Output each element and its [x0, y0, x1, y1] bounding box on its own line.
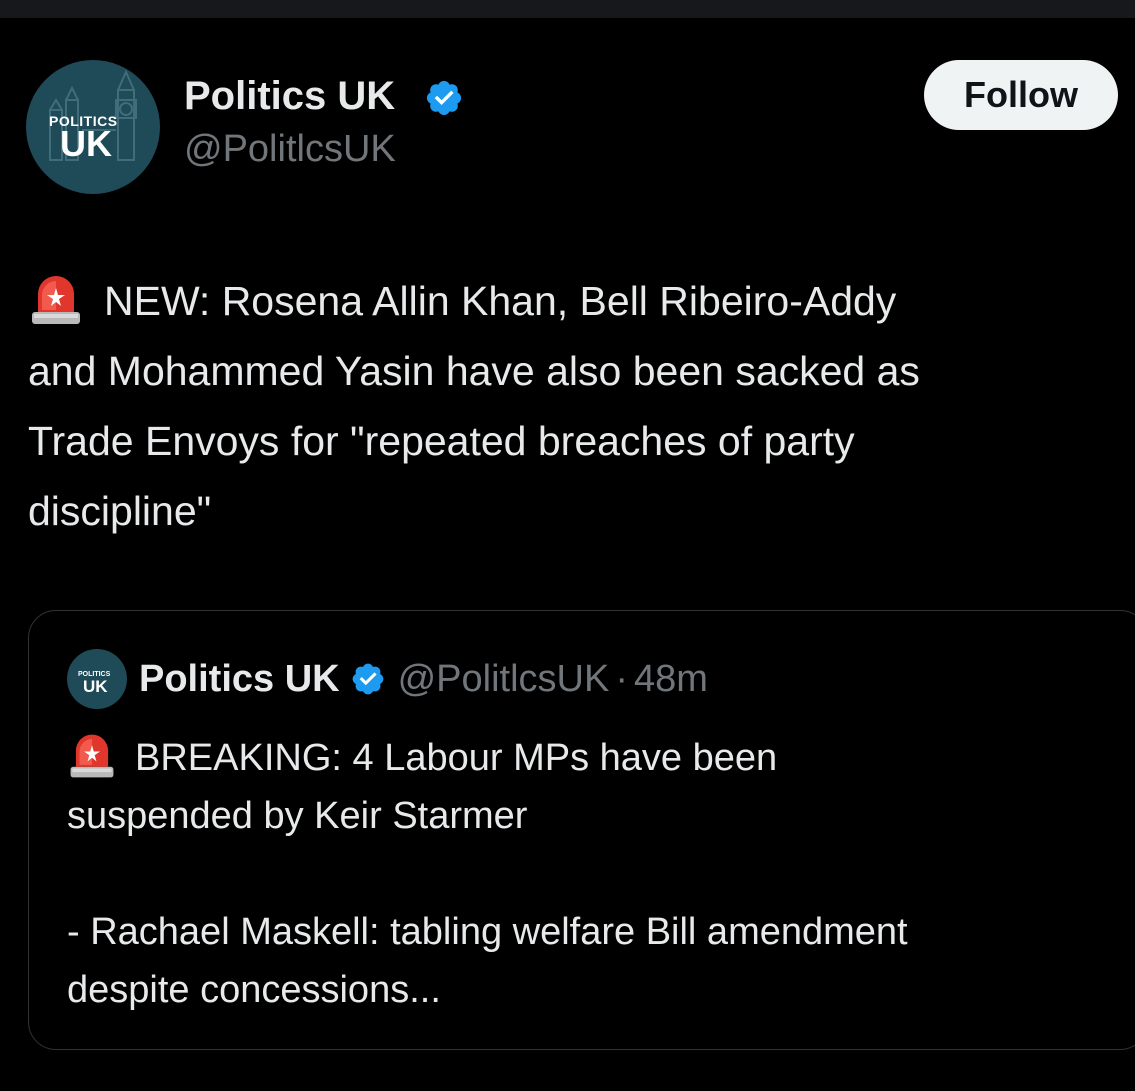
quoted-handle: @PolitlcsUK — [397, 658, 610, 700]
tweet-text-line-1-content: NEW: Rosena Allin Khan, Bell Ribeiro-Add… — [104, 278, 897, 324]
handle[interactable]: @PolitlcsUK — [184, 126, 396, 172]
follow-button[interactable]: Follow — [924, 60, 1118, 130]
avatar[interactable]: POLITICS UK — [26, 60, 160, 194]
quoted-avatar-text-big: UK — [83, 677, 108, 696]
quoted-header: Politics UK @PolitlcsUK · 48m — [139, 657, 708, 701]
quoted-text-line-1: BREAKING: 4 Labour MPs have been — [67, 729, 1127, 787]
quoted-display-name: Politics UK — [139, 658, 340, 700]
quoted-text-line-1-content: BREAKING: 4 Labour MPs have been — [135, 737, 778, 779]
police-light-icon — [70, 734, 114, 778]
tweet-text-line-2: and Mohammed Yasin have also been sacked… — [28, 348, 920, 394]
quoted-text-line-4: - Rachael Maskell: tabling welfare Bill … — [67, 911, 908, 953]
tweet-text: NEW: Rosena Allin Khan, Bell Ribeiro-Add… — [28, 266, 1135, 546]
quoted-text-line-2: suspended by Keir Starmer — [67, 795, 528, 837]
quoted-text-line-5: despite concessions... — [67, 969, 441, 1011]
police-light-icon — [32, 276, 80, 325]
avatar-text-big: UK — [60, 123, 112, 164]
quoted-text: BREAKING: 4 Labour MPs have been suspend… — [67, 729, 1127, 1019]
top-strip — [0, 0, 1135, 18]
display-name[interactable]: Politics UK — [184, 72, 395, 120]
tweet-text-line-4: discipline" — [28, 488, 212, 534]
quoted-tweet-card[interactable]: POLITICS UK Politics UK @PolitlcsUK · 48… — [28, 610, 1135, 1050]
verified-badge-icon — [352, 663, 383, 695]
quoted-avatar: POLITICS UK — [67, 649, 127, 709]
quoted-text-line-3 — [67, 845, 1127, 903]
tweet-text-line-1: NEW: Rosena Allin Khan, Bell Ribeiro-Add… — [28, 266, 1135, 336]
tweet-text-line-3: Trade Envoys for "repeated breaches of p… — [28, 418, 855, 464]
quoted-timestamp: 48m — [634, 658, 708, 700]
separator-dot: · — [615, 658, 628, 700]
verified-badge-icon — [426, 80, 462, 116]
